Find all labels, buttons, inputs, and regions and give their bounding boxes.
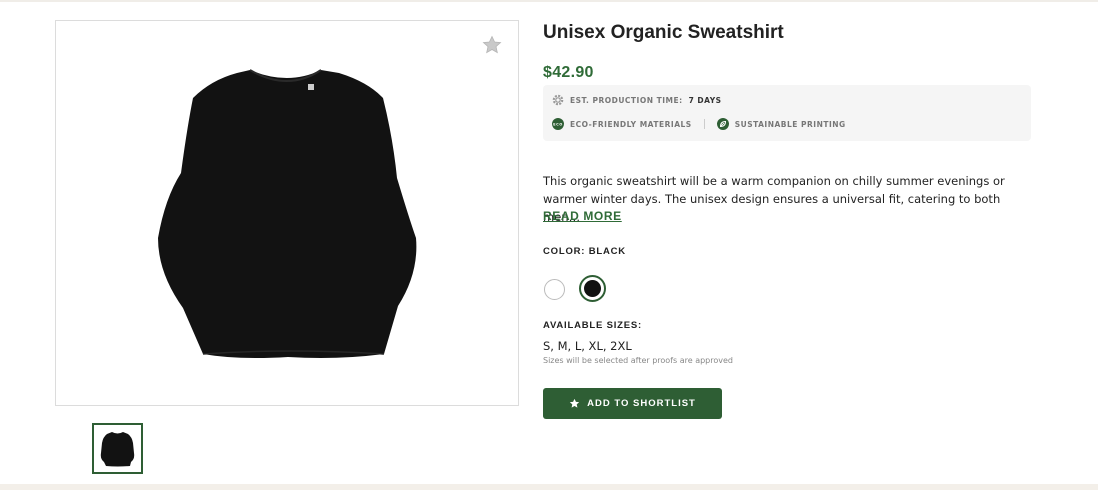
color-label: COLOR: BLACK (543, 246, 626, 257)
sustainable-printing-label: SUSTAINABLE PRINTING (734, 119, 846, 129)
sizes-label: AVAILABLE SIZES: (543, 320, 643, 331)
product-title: Unisex Organic Sweatshirt (543, 22, 784, 43)
production-value: 7 DAYS (688, 95, 722, 105)
production-label: EST. PRODUCTION TIME: (570, 95, 683, 105)
product-image (158, 69, 417, 358)
product-info: Unisex Organic Sweatshirt $42.90 EST. PR… (543, 20, 1033, 419)
production-time-row: EST. PRODUCTION TIME: 7 DAYS (552, 94, 722, 106)
eco-materials-label: ECO-FRIENDLY MATERIALS (570, 119, 692, 129)
star-icon (569, 398, 580, 408)
add-to-shortlist-label: ADD TO SHORTLIST (587, 398, 696, 409)
leaf-icon (716, 118, 729, 130)
sizes-value: S, M, L, XL, 2XL (543, 339, 632, 353)
bottom-band (0, 484, 1098, 490)
gear-icon (552, 94, 564, 106)
read-more-link[interactable]: READ MORE (543, 209, 622, 223)
product-image-frame (55, 20, 519, 406)
thumbnail-black[interactable] (92, 423, 143, 474)
eco-badge-text: ECO (553, 123, 563, 127)
thumbnail-image (100, 432, 135, 467)
add-to-shortlist-button[interactable]: ADD TO SHORTLIST (543, 388, 722, 419)
color-swatch-black-fill (584, 280, 601, 297)
feature-box: EST. PRODUCTION TIME: 7 DAYS ECO ECO-FRI… (543, 85, 1031, 141)
color-swatch-white[interactable] (544, 279, 565, 300)
product-price: $42.90 (543, 64, 594, 81)
color-swatch-black[interactable] (579, 275, 606, 302)
eco-features-row: ECO ECO-FRIENDLY MATERIALS SUSTAINABLE P… (552, 118, 846, 130)
feature-separator (703, 119, 705, 129)
eco-badge-icon: ECO (552, 118, 564, 130)
sizes-note: Sizes will be selected after proofs are … (543, 356, 733, 365)
top-divider (0, 0, 1098, 2)
favorite-star-icon[interactable] (482, 35, 502, 55)
